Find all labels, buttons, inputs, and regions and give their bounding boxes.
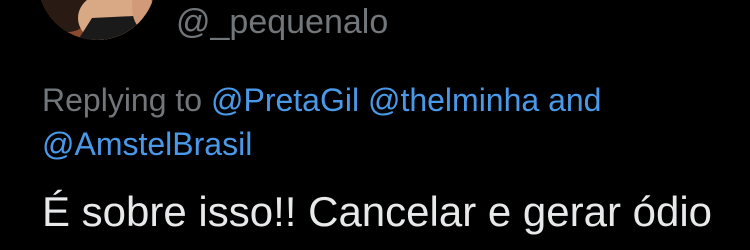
mention-pretagil[interactable]: @PretaGil (211, 82, 359, 118)
avatar[interactable] (38, 0, 156, 40)
replying-to-label: Replying to (42, 82, 203, 118)
mention-conjunction: and (548, 82, 602, 118)
tweet-text: É sobre isso!! Cancelar e gerar ódio (42, 188, 713, 235)
profile-photo (38, 0, 156, 40)
user-handle[interactable]: @_pequenalo (176, 2, 388, 42)
mention-amstelbrasil[interactable]: @AmstelBrasil (42, 126, 252, 162)
mention-thelminha[interactable]: @thelminha (368, 82, 539, 118)
replying-to: Replying to @PretaGil @thelminha and @Am… (42, 78, 742, 166)
tweet-card: @_pequenalo Replying to @PretaGil @thelm… (0, 0, 750, 250)
